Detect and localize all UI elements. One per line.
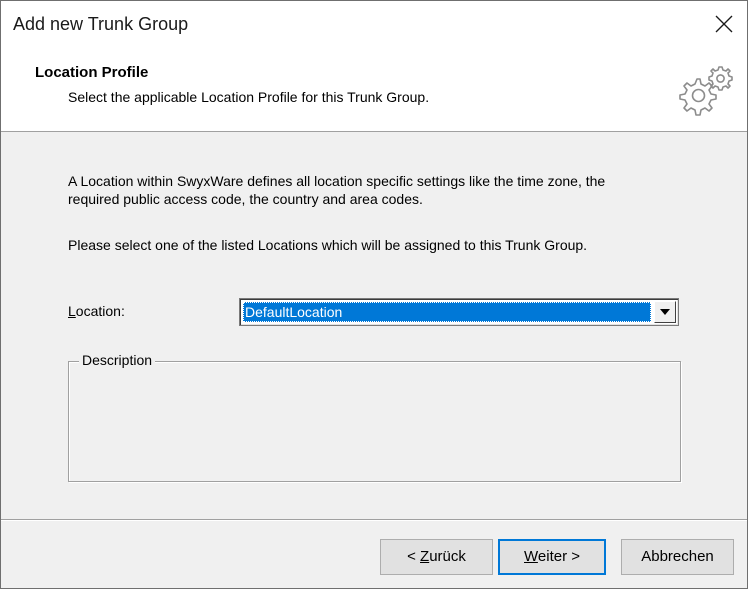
location-select[interactable]: DefaultLocation: [239, 298, 679, 326]
close-button[interactable]: [701, 1, 747, 47]
next-button[interactable]: Weiter >: [498, 539, 606, 575]
chevron-down-icon: [660, 309, 670, 315]
title-bar: Add new Trunk Group: [1, 1, 747, 49]
description-group: [68, 361, 681, 482]
back-button-rest: urück: [429, 548, 466, 565]
description-label: Description: [79, 352, 156, 368]
info-text-line2: required public access code, the country…: [68, 191, 423, 207]
location-dropdown-button[interactable]: [654, 301, 676, 323]
location-selected-value: DefaultLocation: [243, 302, 651, 322]
info-text-line1: A Location within SwyxWare defines all l…: [68, 173, 606, 189]
page-title: Location Profile: [35, 64, 149, 81]
next-button-accel: W: [524, 548, 538, 565]
location-label-rest: ocation:: [75, 303, 125, 319]
next-button-rest: eiter >: [537, 548, 580, 565]
back-button-prefix: <: [407, 548, 421, 565]
back-button[interactable]: < Zurück: [380, 539, 493, 575]
close-icon: [715, 15, 733, 33]
page-subtitle: Select the applicable Location Profile f…: [68, 89, 430, 105]
instruction-text: Please select one of the listed Location…: [68, 237, 588, 253]
location-label-accel: L: [68, 303, 76, 319]
gears-icon: [679, 66, 733, 116]
location-label: Location:: [68, 303, 125, 319]
wizard-header: Location Profile Select the applicable L…: [1, 49, 747, 132]
footer-divider: [1, 519, 747, 521]
window-title: Add new Trunk Group: [13, 14, 189, 34]
back-button-accel: Z: [420, 548, 430, 565]
dialog-window: Add new Trunk Group Location Profile Sel…: [0, 0, 748, 589]
cancel-button[interactable]: Abbrechen: [621, 539, 734, 575]
